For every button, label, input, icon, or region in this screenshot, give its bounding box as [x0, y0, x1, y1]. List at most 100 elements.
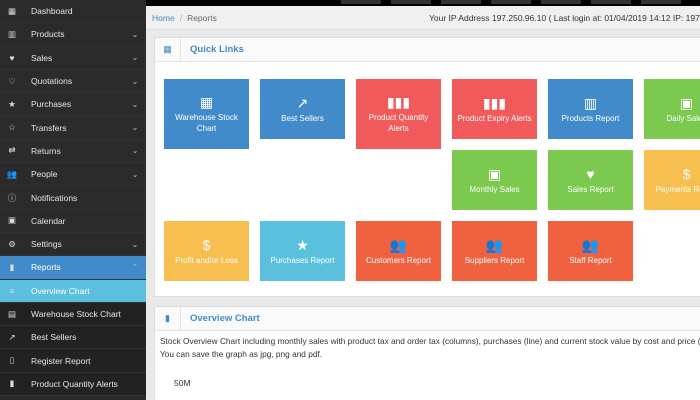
- top-strip-block: [641, 0, 681, 4]
- bar-chart-icon: ▮▮▮: [482, 94, 507, 111]
- sidebar-item-returns[interactable]: ⇄ Returns ⌄: [0, 140, 146, 164]
- quick-link-products-report[interactable]: ▥ Products Report: [548, 79, 633, 139]
- sidebar-item-settings[interactable]: ⚙ Settings ⌄: [0, 233, 146, 257]
- sidebar-item-label: Transfers: [31, 122, 67, 133]
- chart-y-tick: 50M: [174, 378, 191, 388]
- sidebar-item-label: Best Sellers: [31, 332, 77, 343]
- sidebar-item-purchases[interactable]: ★ Purchases ⌄: [0, 93, 146, 117]
- overview-save-hint: You can save the graph as jpg, png and p…: [160, 349, 323, 359]
- top-strip-block: [391, 0, 431, 4]
- chevron-down-icon: ⌄: [131, 169, 139, 179]
- breadcrumb-separator: /: [179, 12, 183, 23]
- quick-links-title: Quick Links: [190, 44, 244, 55]
- sidebar-item-label: Settings: [31, 239, 62, 250]
- quick-link-best-sellers[interactable]: ↗ Best Sellers: [260, 79, 345, 139]
- sidebar-item-label: Returns: [31, 145, 61, 156]
- chevron-down-icon: ⌄: [131, 146, 139, 156]
- quick-link-sales-report[interactable]: ♥ Sales Report: [548, 150, 633, 210]
- heart-icon: ♥: [9, 52, 15, 63]
- sidebar-item-label: Register Report: [31, 355, 91, 366]
- calendar-icon: ▣: [7, 215, 17, 226]
- sidebar-item-dashboard[interactable]: ▦ Dashboard: [0, 0, 146, 24]
- barcode-icon: ▥: [583, 94, 598, 111]
- sidebar-item-reports[interactable]: ▮ Reports ⌃: [0, 256, 146, 280]
- users-icon: 👥: [389, 236, 408, 253]
- breadcrumb-current: Reports: [187, 12, 217, 23]
- quick-link-payments-report[interactable]: $ Payments Report: [644, 150, 700, 210]
- money-icon: $: [682, 165, 691, 182]
- sidebar-item-quotations[interactable]: ♡ Quotations ⌄: [0, 70, 146, 94]
- star-outline-icon: ☆: [8, 122, 16, 133]
- file-icon: ▯: [9, 355, 15, 366]
- top-strip-block: [591, 0, 631, 4]
- quick-link-label: Monthly Sales: [469, 184, 520, 194]
- sidebar-item-label: Quotations: [31, 76, 73, 87]
- sidebar-item-products[interactable]: ▥ Products ⌄: [0, 23, 146, 47]
- quick-link-label: Suppliers Report: [464, 255, 525, 265]
- quick-link-product-quantity-alerts[interactable]: ▮▮▮ Product Quantity Alerts: [356, 79, 441, 149]
- bar-chart-small-icon: ▮: [9, 378, 15, 389]
- users-icon: 👥: [485, 236, 504, 253]
- top-strip-block: [541, 0, 581, 4]
- quick-link-label: Product Expiry Alerts: [457, 113, 532, 123]
- quick-link-label: Daily Sales: [666, 113, 700, 123]
- chevron-down-icon: ⌄: [131, 53, 139, 63]
- random-icon: ⇄: [8, 145, 16, 156]
- quick-link-label: Warehouse Stock Chart: [175, 113, 238, 133]
- chevron-up-icon: ⌃: [131, 262, 139, 272]
- sidebar-item-label: Warehouse Stock Chart: [31, 309, 121, 319]
- heart-icon: ♥: [586, 165, 595, 182]
- sidebar-item-label: Product Quantity Alerts: [31, 378, 118, 389]
- building-icon: ▤: [7, 308, 17, 319]
- quick-link-daily-sales[interactable]: ▣ Daily Sales: [644, 79, 700, 139]
- sidebar-item-best-sellers[interactable]: ↗ Best Sellers: [0, 326, 146, 350]
- users-icon: 👥: [6, 168, 18, 179]
- sidebar-item-product-quantity-alerts[interactable]: ▮ Product Quantity Alerts: [0, 372, 146, 397]
- sidebar-item-warehouse-stock-chart[interactable]: ▤ Warehouse Stock Chart: [0, 302, 146, 327]
- sidebar-item-overview-chart[interactable]: ≡ Overview Chart: [0, 279, 146, 303]
- money-icon: $: [202, 236, 211, 253]
- overview-chart-title: Overview Chart: [190, 313, 260, 324]
- sidebar-item-people[interactable]: 👥 People ⌄: [0, 163, 146, 187]
- breadcrumb-home-link[interactable]: Home: [152, 13, 175, 23]
- quick-link-monthly-sales[interactable]: ▣ Monthly Sales: [452, 150, 537, 210]
- list-icon: ≡: [9, 285, 15, 296]
- quick-link-product-expiry-alerts[interactable]: ▮▮▮ Product Expiry Alerts: [452, 79, 537, 139]
- sidebar-item-transfers[interactable]: ☆ Transfers ⌄: [0, 116, 146, 140]
- sidebar-item-notifications[interactable]: ⓘ Notifications: [0, 186, 146, 210]
- sidebar-item-sales[interactable]: ♥ Sales ⌄: [0, 47, 146, 70]
- quick-link-purchases-report[interactable]: ★ Purchases Report: [260, 221, 345, 281]
- bar-chart-icon: ▮: [9, 261, 15, 272]
- quick-links-header: ▦ Quick Links: [155, 37, 700, 62]
- quick-link-profit-and-or-loss[interactable]: $ Profit and/or Loss: [164, 221, 249, 281]
- sidebar-item-label: Products: [31, 29, 65, 40]
- line-chart-icon: ↗: [8, 331, 16, 342]
- sidebar-item-label: Dashboard: [31, 6, 73, 17]
- last-login-info: Your IP Address 197.250.96.10 ( Last log…: [429, 12, 700, 23]
- heart-outline-icon: ♡: [8, 75, 16, 86]
- chevron-down-icon: ⌄: [131, 123, 139, 133]
- calendar-icon: ▣: [679, 94, 694, 111]
- bar-chart-icon: ▮: [155, 306, 181, 331]
- quick-link-warehouse-stock-chart[interactable]: ▦ Warehouse Stock Chart: [164, 79, 249, 149]
- sidebar-item-label: Sales: [31, 52, 53, 63]
- quick-link-label: Staff Report: [569, 255, 612, 265]
- quick-link-staff-report[interactable]: 👥 Staff Report: [548, 221, 633, 281]
- building-icon: ▦: [199, 94, 214, 110]
- quick-link-label: Payments Report: [655, 184, 700, 194]
- quick-link-label: Customers Report: [366, 255, 431, 265]
- sidebar-item-label: Calendar: [31, 215, 66, 226]
- sidebar-item-label: Reports: [31, 262, 61, 273]
- quick-link-label: Profit and/or Loss: [175, 255, 238, 265]
- star-icon: ★: [8, 98, 16, 109]
- quick-link-customers-report[interactable]: 👥 Customers Report: [356, 221, 441, 281]
- quick-link-label: Product Quantity Alerts: [368, 113, 429, 133]
- quick-link-suppliers-report[interactable]: 👥 Suppliers Report: [452, 221, 537, 281]
- bar-chart-icon: ▮▮▮: [386, 94, 411, 110]
- quick-link-label: Sales Report: [567, 184, 614, 194]
- sidebar-item-calendar[interactable]: ▣ Calendar: [0, 210, 146, 233]
- chevron-down-icon: ⌄: [131, 99, 139, 109]
- sidebar-item-label: Overview Chart: [31, 285, 90, 296]
- sidebar-item-register-report[interactable]: ▯ Register Report: [0, 349, 146, 373]
- chevron-down-icon: ⌄: [131, 29, 139, 39]
